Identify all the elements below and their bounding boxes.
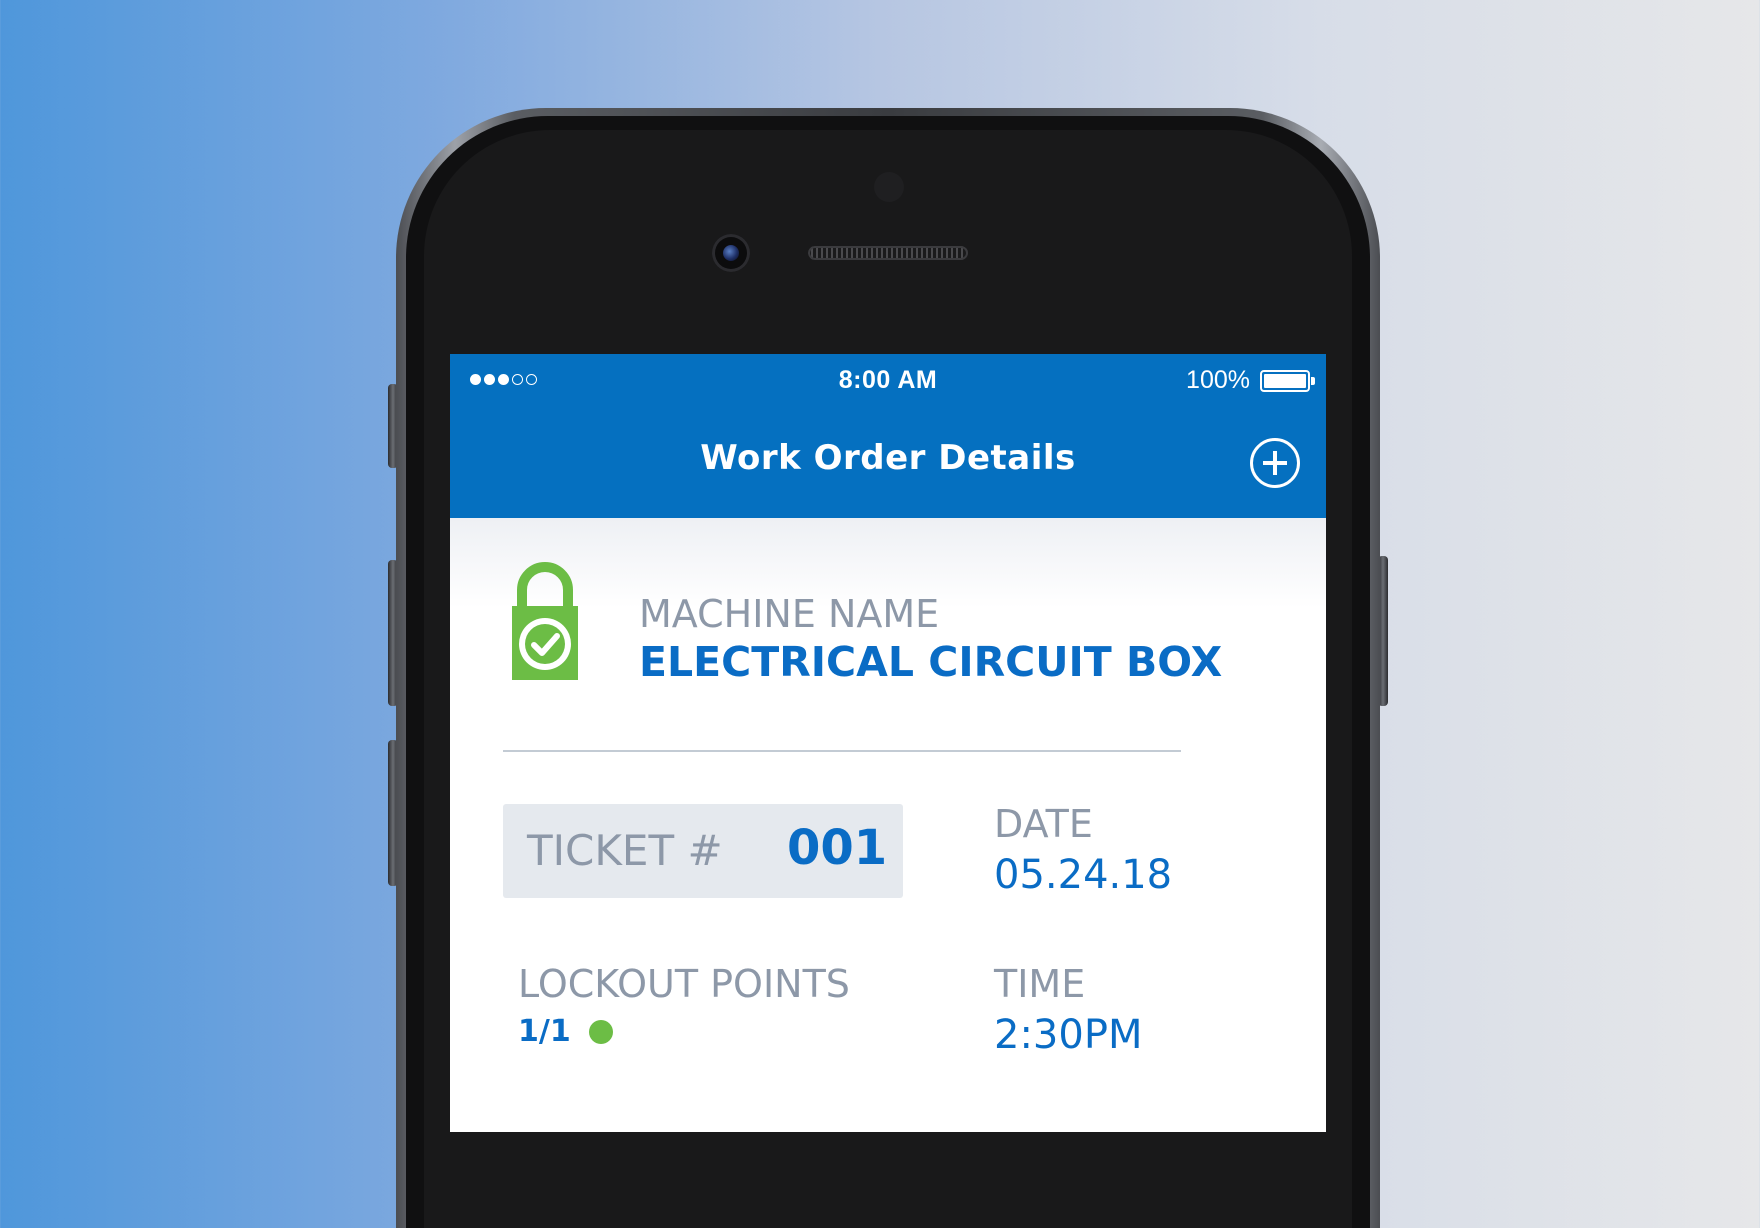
- machine-name-value: ELECTRICAL CIRCUIT BOX: [639, 638, 1223, 686]
- earpiece-speaker: [808, 246, 968, 260]
- lockout-points-value: 1/1: [518, 1014, 613, 1049]
- ticket-label: TICKET #: [527, 826, 723, 875]
- ticket-number: 001: [787, 820, 888, 876]
- work-order-content: MACHINE NAME ELECTRICAL CIRCUIT BOX TICK…: [450, 518, 1326, 1132]
- plus-circle-icon[interactable]: [1250, 438, 1300, 488]
- front-camera: [712, 234, 750, 272]
- status-indicator-dot: [588, 1019, 613, 1044]
- battery-status: 100%: [1186, 366, 1315, 395]
- machine-name-label: MACHINE NAME: [639, 592, 940, 636]
- time-value: 2:30PM: [994, 1012, 1143, 1058]
- app-screen: 8:00 AM 100% Work Order Details MACHINE …: [450, 354, 1326, 1132]
- battery-percent: 100%: [1186, 366, 1250, 394]
- date-label: DATE: [994, 802, 1093, 846]
- date-value: 05.24.18: [994, 852, 1173, 898]
- app-header: 8:00 AM 100% Work Order Details: [450, 354, 1326, 518]
- page-title: Work Order Details: [700, 438, 1076, 478]
- proximity-sensor: [874, 172, 904, 202]
- lockout-points-count: 1/1: [518, 1014, 571, 1049]
- ticket-badge: TICKET # 001: [503, 804, 903, 898]
- time-label: TIME: [994, 962, 1086, 1006]
- section-divider: [503, 750, 1181, 752]
- battery-icon: [1260, 369, 1315, 392]
- lockout-points-label: LOCKOUT POINTS: [518, 962, 850, 1006]
- lock-check-icon: [512, 562, 578, 680]
